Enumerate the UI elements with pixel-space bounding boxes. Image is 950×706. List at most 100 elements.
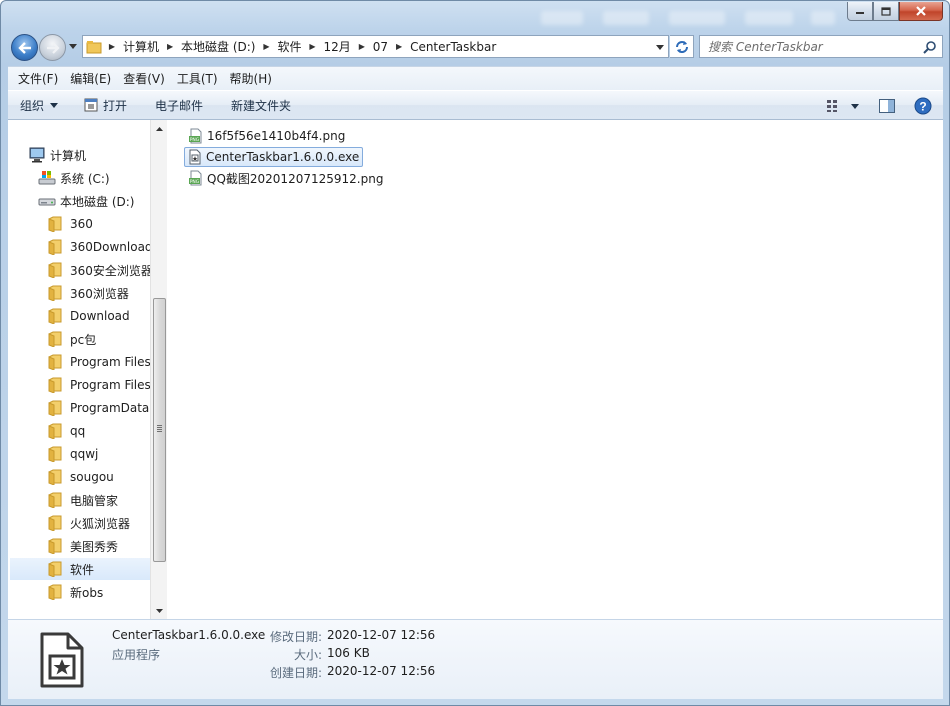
menu-bar: 文件(F) 编辑(E) 查看(V) 工具(T) 帮助(H): [8, 66, 943, 90]
tree-item-folder[interactable]: 火狐浏览器: [48, 512, 130, 534]
file-name: 16f5f56e1410b4f4.png: [207, 129, 346, 143]
chevron-right-icon[interactable]: ▶: [163, 42, 177, 51]
file-item[interactable]: PNG QQ截图20201207125912.png: [186, 168, 386, 188]
application-file-icon: [40, 632, 84, 688]
scroll-up-button[interactable]: [151, 120, 168, 137]
command-bar: 组织 打开 电子邮件 新建文件夹 ?: [8, 90, 943, 120]
tree-item-computer[interactable]: 计算机: [28, 144, 86, 166]
chevron-right-icon[interactable]: ▶: [259, 42, 273, 51]
chevron-right-icon[interactable]: ▶: [392, 42, 406, 51]
tree-item-folder[interactable]: 360: [48, 213, 93, 235]
chevron-right-icon[interactable]: ▶: [355, 42, 369, 51]
view-options-button[interactable]: [823, 94, 863, 118]
tree-label: Program Files: [70, 378, 150, 392]
tree-item-folder[interactable]: 美图秀秀: [48, 535, 118, 557]
folder-icon: [48, 331, 62, 347]
scrollbar-thumb[interactable]: [153, 298, 166, 562]
png-file-icon: PNG: [189, 170, 202, 186]
menu-tools[interactable]: 工具(T): [171, 70, 224, 87]
maximize-button[interactable]: [873, 2, 899, 21]
tree-item-folder[interactable]: Download: [48, 305, 130, 327]
tree-item-folder[interactable]: 360浏览器: [48, 282, 129, 304]
tree-item-drive-d[interactable]: 本地磁盘 (D:): [38, 190, 134, 212]
tree-item-folder[interactable]: pc包: [48, 328, 96, 350]
titlebar-blur: [669, 11, 725, 25]
email-button[interactable]: 电子邮件: [137, 93, 213, 117]
back-arrow-icon: [17, 41, 31, 54]
titlebar-blur: [745, 11, 793, 25]
menu-edit[interactable]: 编辑(E): [64, 70, 117, 87]
chevron-right-icon[interactable]: ▶: [306, 42, 320, 51]
caption-buttons: [847, 2, 943, 21]
file-item[interactable]: PNG 16f5f56e1410b4f4.png: [186, 126, 348, 146]
file-item-selected[interactable]: CenterTaskbar1.6.0.0.exe: [184, 147, 364, 167]
breadcrumb-drive-d[interactable]: 本地磁盘 (D:): [177, 38, 259, 55]
folder-icon: [48, 262, 62, 278]
open-program-icon: [84, 98, 98, 112]
tree-item-folder[interactable]: Program Files: [48, 374, 150, 396]
arrow-down-icon: [156, 608, 163, 613]
forward-button[interactable]: [39, 34, 66, 61]
file-list-pane[interactable]: PNG 16f5f56e1410b4f4.png CenterTaskbar1.…: [170, 120, 943, 619]
tree-label: 360Download: [70, 240, 150, 254]
exe-file-icon: [189, 149, 201, 165]
refresh-button[interactable]: [670, 35, 694, 58]
folder-icon: [48, 216, 62, 232]
menu-file[interactable]: 文件(F): [12, 70, 64, 87]
folder-icon: [48, 584, 62, 600]
breadcrumb-07[interactable]: 07: [369, 40, 392, 54]
open-button[interactable]: 打开: [68, 93, 137, 117]
close-button[interactable]: [899, 2, 943, 21]
email-label: 电子邮件: [155, 98, 204, 113]
tree-label: 本地磁盘 (D:): [60, 194, 135, 209]
tree-item-folder[interactable]: 360安全浏览器: [48, 259, 150, 281]
menu-help[interactable]: 帮助(H): [224, 70, 278, 87]
tree-item-folder[interactable]: qqwj: [48, 443, 98, 465]
organize-button[interactable]: 组织: [8, 93, 68, 117]
history-dropdown-icon[interactable]: [69, 44, 77, 49]
navigation-scrollbar[interactable]: [150, 120, 167, 619]
breadcrumb-december[interactable]: 12月: [320, 38, 355, 55]
modified-label: 修改日期:: [269, 630, 322, 644]
search-input[interactable]: [700, 36, 910, 57]
preview-pane-button[interactable]: [873, 94, 901, 118]
minimize-button[interactable]: [847, 2, 873, 21]
folder-icon: [48, 285, 62, 301]
navigation-row: ▶ 计算机 ▶ 本地磁盘 (D:) ▶ 软件 ▶ 12月 ▶ 07 ▶ Cent…: [9, 32, 943, 62]
view-list-icon: [827, 100, 837, 112]
explorer-window: ▶ 计算机 ▶ 本地磁盘 (D:) ▶ 软件 ▶ 12月 ▶ 07 ▶ Cent…: [0, 0, 950, 706]
tree-item-folder[interactable]: 软件: [10, 558, 150, 580]
folder-icon: [48, 446, 62, 462]
scroll-down-button[interactable]: [151, 602, 168, 619]
address-bar[interactable]: ▶ 计算机 ▶ 本地磁盘 (D:) ▶ 软件 ▶ 12月 ▶ 07 ▶ Cent…: [82, 35, 669, 58]
chevron-right-icon[interactable]: ▶: [105, 42, 119, 51]
breadcrumb-centertaskbar[interactable]: CenterTaskbar: [406, 40, 500, 54]
tree-item-folder[interactable]: 360Download: [48, 236, 150, 258]
tree-label: 电脑管家: [70, 493, 119, 508]
breadcrumb-software[interactable]: 软件: [273, 38, 305, 55]
tree-item-folder[interactable]: ProgramData: [48, 397, 149, 419]
new-folder-button[interactable]: 新建文件夹: [213, 93, 301, 117]
tree-label: 美图秀秀: [70, 539, 119, 554]
address-dropdown-button[interactable]: [654, 40, 666, 54]
folder-icon: [48, 239, 62, 255]
tree-item-folder[interactable]: 电脑管家: [48, 489, 118, 511]
search-icon[interactable]: [923, 40, 937, 54]
back-button[interactable]: [11, 34, 38, 61]
folder-icon: [48, 538, 62, 554]
detail-file-type: 应用程序: [112, 648, 161, 662]
hard-drive-icon: [38, 193, 56, 209]
chevron-down-icon: [851, 103, 859, 109]
tree-item-folder[interactable]: sougou: [48, 466, 114, 488]
tree-item-drive-c[interactable]: 系统 (C:): [38, 167, 110, 189]
search-box[interactable]: [699, 35, 943, 58]
tree-item-folder[interactable]: Program Files: [48, 351, 150, 373]
tree-label: qqwj: [70, 447, 99, 461]
scrollbar-grip: [157, 425, 162, 433]
breadcrumb-computer[interactable]: 计算机: [119, 38, 163, 55]
menu-view[interactable]: 查看(V): [117, 70, 171, 87]
tree-item-folder[interactable]: 新obs: [48, 581, 103, 603]
folder-icon: [48, 423, 62, 439]
tree-item-folder[interactable]: qq: [48, 420, 85, 442]
help-button[interactable]: ?: [909, 94, 937, 118]
